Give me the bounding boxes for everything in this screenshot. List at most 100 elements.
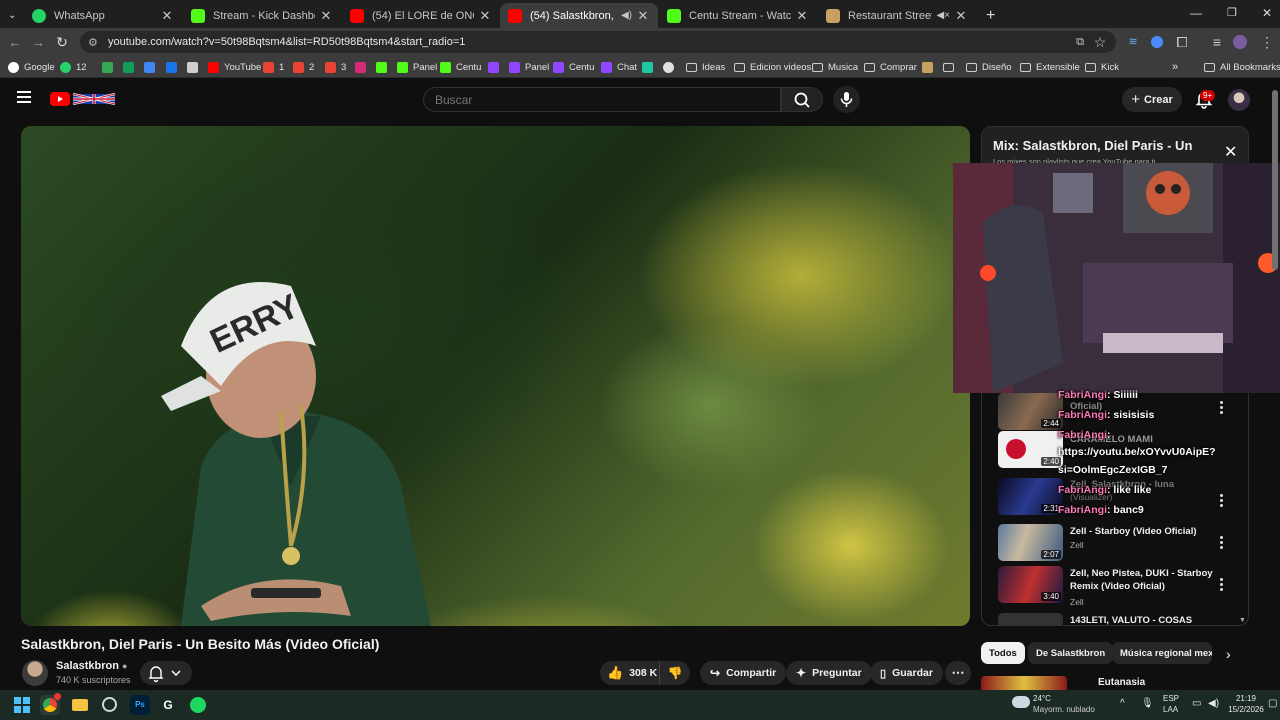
bookmark-kick-panel[interactable]: Panel: [397, 60, 437, 74]
tab-whatsapp[interactable]: WhatsApp ✕: [24, 3, 182, 28]
weather-temp[interactable]: 24°C: [1033, 694, 1051, 703]
save-button[interactable]: ▯ Guardar: [870, 661, 943, 685]
address-bar[interactable]: ⚙ youtube.com/watch?v=50t98Bqtsm4&list=R…: [80, 31, 1116, 53]
tab-centu-stream[interactable]: Centu Stream - Watch Live on Kick ✕: [659, 3, 817, 28]
chevron-right-icon[interactable]: ›: [1226, 646, 1231, 662]
bookmark-whatsapp[interactable]: 12: [60, 60, 87, 74]
file-explorer-icon[interactable]: [70, 695, 90, 715]
close-icon[interactable]: ✕: [1224, 142, 1237, 162]
search-button[interactable]: [781, 87, 823, 112]
profile-avatar-icon[interactable]: [1231, 33, 1249, 51]
bookmark-kick-centu[interactable]: Centu: [440, 60, 481, 74]
video-player[interactable]: ERRY: [21, 126, 970, 626]
network-icon[interactable]: ▭: [1192, 698, 1201, 709]
dislike-button[interactable]: 👎: [660, 661, 690, 685]
bookmark-twitch[interactable]: [488, 60, 504, 74]
clock-date[interactable]: 15/2/2026: [1224, 705, 1268, 714]
bookmark-app-1[interactable]: [642, 60, 658, 74]
bookmark-app-2[interactable]: [663, 60, 679, 74]
extension-globe-icon[interactable]: [1148, 33, 1166, 51]
close-icon[interactable]: ✕: [319, 8, 333, 24]
channel-avatar[interactable]: [22, 660, 48, 686]
bookmark-calendar[interactable]: [166, 60, 182, 74]
windows-start-icon[interactable]: [12, 695, 32, 715]
subscription-bell-button[interactable]: [140, 661, 192, 685]
muted-speaker-icon[interactable]: ◀×: [936, 10, 950, 21]
list-item[interactable]: 143LETI, VALUTO - COSAS: [998, 613, 1238, 625]
channel-name[interactable]: Salastkbron ●: [56, 660, 127, 672]
all-bookmarks[interactable]: All Bookmarks: [1204, 60, 1280, 74]
list-item[interactable]: 2:07 Zell - Starboy (Video Oficial) Zell: [998, 524, 1238, 564]
bookmark-gmail-3[interactable]: 3: [325, 60, 346, 74]
bookmark-misc[interactable]: [187, 60, 203, 74]
extensions-puzzle-icon[interactable]: ⧠: [1173, 33, 1191, 51]
bookmark-kick[interactable]: [376, 60, 392, 74]
next-video-title[interactable]: Eutanasia: [1098, 677, 1145, 688]
ask-button[interactable]: ✦ Preguntar: [786, 661, 872, 685]
new-tab-button[interactable]: +: [978, 3, 1000, 28]
tab-search-button[interactable]: ⌄: [0, 3, 24, 28]
clock-time[interactable]: 21:19: [1228, 694, 1264, 703]
bookmark-folder-extensible[interactable]: Extensible: [1020, 60, 1080, 74]
reload-icon[interactable]: ↻: [53, 33, 71, 51]
list-item[interactable]: 3:40 Zell, Neo Pistea, DUKI - Starboy Re…: [998, 566, 1238, 607]
bookmark-youtube[interactable]: YouTube: [208, 60, 261, 74]
page-scrollbar[interactable]: [1272, 90, 1278, 270]
app-logo-icon[interactable]: G: [158, 695, 178, 715]
close-icon[interactable]: ✕: [795, 8, 809, 24]
notification-center-icon[interactable]: ▢: [1268, 698, 1277, 709]
menu-kebab-icon[interactable]: ⋮: [1258, 33, 1276, 51]
tab-list-icon[interactable]: ≡: [1208, 33, 1226, 51]
bookmark-folder-plain[interactable]: [943, 60, 959, 74]
microphone-icon[interactable]: 🎙: [1141, 698, 1154, 709]
item-menu-icon[interactable]: [1218, 536, 1224, 550]
tab-kick-dashboard[interactable]: Stream - Kick Dashboard ✕: [183, 3, 341, 28]
spotify-icon[interactable]: [188, 695, 208, 715]
language-code[interactable]: ESP: [1163, 694, 1179, 703]
cast-icon[interactable]: ⧉: [1071, 33, 1089, 51]
speaker-icon[interactable]: ◀): [621, 10, 632, 21]
bookmark-folder-kick[interactable]: Kick: [1085, 60, 1119, 74]
bookmark-folder-diseno[interactable]: Diseño: [966, 60, 1012, 74]
bookmark-folder-ideas[interactable]: Ideas: [686, 60, 725, 74]
chip-musica-regional[interactable]: Música regional mexicana: [1112, 642, 1212, 664]
more-actions-button[interactable]: ⋯: [945, 661, 971, 685]
bookmark-folder-comprar[interactable]: Comprar: [864, 60, 917, 74]
voice-search-button[interactable]: [833, 86, 860, 113]
scroll-down-icon[interactable]: ▼: [1239, 617, 1246, 624]
item-menu-icon[interactable]: [1218, 401, 1224, 415]
bookmark-drive[interactable]: [102, 60, 118, 74]
like-button[interactable]: 👍 308 K: [600, 661, 660, 685]
search-input[interactable]: [423, 87, 781, 112]
steam-icon[interactable]: [100, 695, 120, 715]
bookmark-instagram[interactable]: [355, 60, 371, 74]
share-button[interactable]: ↪ Compartir: [700, 661, 787, 685]
tab-lore-once[interactable]: (54) El LORE de ONCE - YouTube ✕: [342, 3, 500, 28]
tab-restaurant-streets[interactable]: Restaurant Streets — Feed ◀× ✕: [818, 3, 976, 28]
bookmark-twitch-chat[interactable]: Chat: [601, 60, 637, 74]
more-bookmarks-icon[interactable]: »: [1172, 60, 1178, 74]
bookmark-gmail-2[interactable]: 2: [293, 60, 314, 74]
bookmark-docs[interactable]: [144, 60, 160, 74]
bookmark-folder-musica[interactable]: Musica: [812, 60, 858, 74]
item-menu-icon[interactable]: [1218, 494, 1224, 508]
chrome-icon[interactable]: [40, 693, 61, 715]
tab-salastkbron[interactable]: (54) Salastkbron, Diel Paris ◀) ✕: [500, 3, 658, 28]
photoshop-icon[interactable]: Ps: [130, 695, 150, 715]
bookmark-twitch-panel[interactable]: Panel: [509, 60, 549, 74]
bookmark-app-3[interactable]: [922, 60, 938, 74]
back-arrow-icon[interactable]: ←: [6, 33, 24, 51]
close-icon[interactable]: ✕: [160, 8, 174, 24]
weather-desc[interactable]: Mayorm. nublado: [1033, 705, 1095, 714]
window-close-icon[interactable]: ✕: [1262, 6, 1272, 20]
star-icon[interactable]: ☆: [1091, 33, 1109, 51]
hamburger-menu-icon[interactable]: [17, 91, 31, 103]
forward-arrow-icon[interactable]: →: [29, 33, 47, 51]
close-icon[interactable]: ✕: [636, 8, 650, 24]
minimize-icon[interactable]: —: [1190, 6, 1202, 20]
account-avatar[interactable]: [1228, 89, 1250, 111]
youtube-logo[interactable]: [50, 91, 116, 107]
volume-icon[interactable]: ◀): [1208, 698, 1219, 709]
extension-wave-icon[interactable]: ≋: [1124, 33, 1142, 51]
item-menu-icon[interactable]: [1218, 578, 1224, 592]
